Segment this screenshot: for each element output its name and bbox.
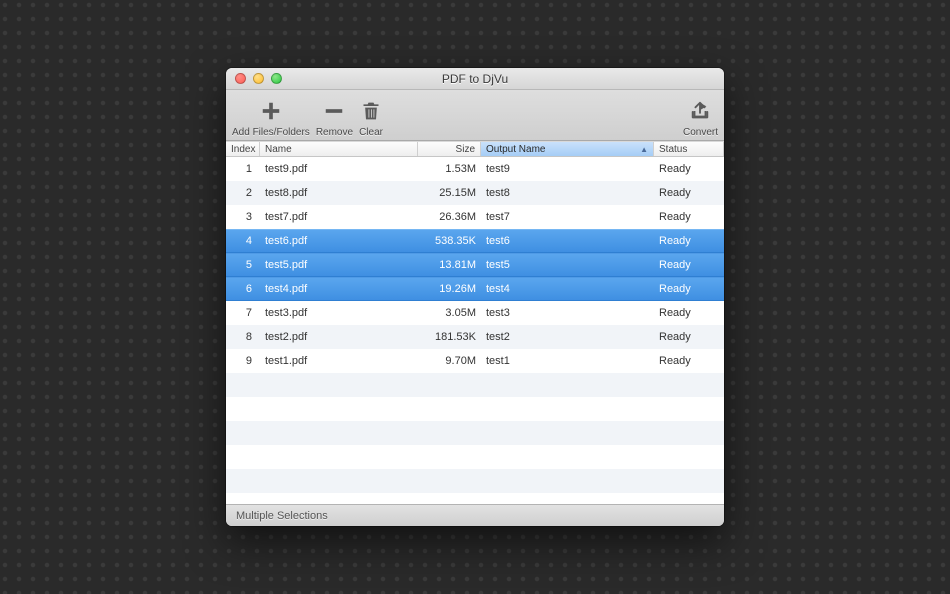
cell-output: test4 (481, 283, 654, 295)
cell-status: Ready (654, 235, 724, 247)
column-header-index[interactable]: Index (226, 142, 260, 156)
cell-size: 19.26M (418, 283, 481, 295)
cell-name: test3.pdf (260, 307, 418, 319)
cell-size: 13.81M (418, 259, 481, 271)
cell-status: Ready (654, 307, 724, 319)
cell-index: 2 (226, 187, 260, 199)
table-row-empty (226, 373, 724, 397)
cell-index: 5 (226, 259, 260, 271)
app-window: PDF to DjVu Add Files/Folders Remove Cle… (226, 68, 724, 526)
table-row[interactable]: 9test1.pdf9.70Mtest1Ready (226, 349, 724, 373)
cell-output: test1 (481, 355, 654, 367)
cell-index: 3 (226, 211, 260, 223)
export-icon (689, 96, 711, 126)
table-row[interactable]: 2test8.pdf25.15Mtest8Ready (226, 181, 724, 205)
cell-index: 6 (226, 283, 260, 295)
cell-size: 3.05M (418, 307, 481, 319)
table-row[interactable]: 5test5.pdf13.81Mtest5Ready (226, 253, 724, 277)
cell-name: test7.pdf (260, 211, 418, 223)
minus-icon (323, 96, 345, 126)
cell-name: test6.pdf (260, 235, 418, 247)
cell-status: Ready (654, 163, 724, 175)
cell-output: test6 (481, 235, 654, 247)
table-row[interactable]: 8test2.pdf181.53Ktest2Ready (226, 325, 724, 349)
cell-name: test5.pdf (260, 259, 418, 271)
cell-name: test1.pdf (260, 355, 418, 367)
table-row-empty (226, 445, 724, 469)
column-header-output[interactable]: Output Name ▲ (481, 142, 654, 156)
column-header-size[interactable]: Size (418, 142, 481, 156)
cell-output: test2 (481, 331, 654, 343)
cell-name: test9.pdf (260, 163, 418, 175)
cell-output: test7 (481, 211, 654, 223)
cell-size: 26.36M (418, 211, 481, 223)
cell-output: test9 (481, 163, 654, 175)
sort-indicator-icon: ▲ (640, 145, 648, 154)
cell-status: Ready (654, 331, 724, 343)
cell-index: 7 (226, 307, 260, 319)
clear-button[interactable]: Clear (359, 96, 383, 138)
table-row[interactable]: 7test3.pdf3.05Mtest3Ready (226, 301, 724, 325)
cell-name: test8.pdf (260, 187, 418, 199)
cell-size: 538.35K (418, 235, 481, 247)
cell-status: Ready (654, 355, 724, 367)
table-header: Index Name Size Output Name ▲ Status (226, 141, 724, 157)
window-title: PDF to DjVu (442, 72, 508, 86)
titlebar[interactable]: PDF to DjVu (226, 68, 724, 90)
cell-size: 9.70M (418, 355, 481, 367)
cell-name: test4.pdf (260, 283, 418, 295)
add-files-label: Add Files/Folders (232, 127, 310, 138)
table-row[interactable]: 3test7.pdf26.36Mtest7Ready (226, 205, 724, 229)
cell-size: 25.15M (418, 187, 481, 199)
table-row-empty (226, 397, 724, 421)
toolbar: Add Files/Folders Remove Clear Convert (226, 90, 724, 141)
column-header-output-label: Output Name (486, 144, 545, 155)
traffic-lights (235, 73, 282, 84)
cell-status: Ready (654, 283, 724, 295)
minimize-button[interactable] (253, 73, 264, 84)
table-row-empty (226, 421, 724, 445)
table-row-empty (226, 469, 724, 493)
close-button[interactable] (235, 73, 246, 84)
cell-status: Ready (654, 259, 724, 271)
remove-button[interactable]: Remove (316, 96, 353, 138)
convert-button[interactable]: Convert (683, 96, 718, 138)
status-text: Multiple Selections (236, 510, 328, 522)
zoom-button[interactable] (271, 73, 282, 84)
plus-icon (260, 96, 282, 126)
column-header-name[interactable]: Name (260, 142, 418, 156)
trash-icon (361, 96, 381, 126)
cell-index: 1 (226, 163, 260, 175)
convert-label: Convert (683, 127, 718, 138)
remove-label: Remove (316, 127, 353, 138)
cell-status: Ready (654, 187, 724, 199)
cell-output: test8 (481, 187, 654, 199)
table-row[interactable]: 6test4.pdf19.26Mtest4Ready (226, 277, 724, 301)
cell-index: 8 (226, 331, 260, 343)
cell-status: Ready (654, 211, 724, 223)
table-row[interactable]: 1test9.pdf1.53Mtest9Ready (226, 157, 724, 181)
cell-index: 9 (226, 355, 260, 367)
file-list[interactable]: 1test9.pdf1.53Mtest9Ready2test8.pdf25.15… (226, 157, 724, 504)
cell-index: 4 (226, 235, 260, 247)
cell-output: test5 (481, 259, 654, 271)
cell-output: test3 (481, 307, 654, 319)
table-row[interactable]: 4test6.pdf538.35Ktest6Ready (226, 229, 724, 253)
add-files-button[interactable]: Add Files/Folders (232, 96, 310, 138)
cell-name: test2.pdf (260, 331, 418, 343)
cell-size: 1.53M (418, 163, 481, 175)
column-header-status[interactable]: Status (654, 142, 724, 156)
cell-size: 181.53K (418, 331, 481, 343)
clear-label: Clear (359, 127, 383, 138)
status-bar: Multiple Selections (226, 504, 724, 526)
table-row-empty (226, 493, 724, 504)
